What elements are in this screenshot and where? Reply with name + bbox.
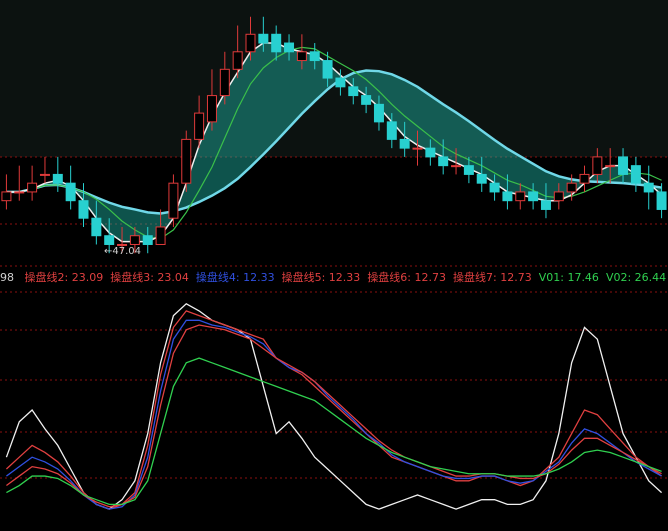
candle-body	[39, 173, 50, 176]
candle-body	[361, 95, 372, 105]
legend-entry: 操盘线2: 23.09	[24, 271, 104, 284]
candle-body	[206, 95, 217, 123]
legend-entry: V02: 26.44	[605, 271, 667, 284]
candle-body	[168, 182, 179, 219]
candle-body	[643, 182, 654, 193]
candle-body	[630, 165, 641, 184]
candle-body	[348, 86, 359, 97]
legend-entry: V01: 17.46	[538, 271, 599, 284]
candle-body	[142, 235, 153, 245]
candle-body	[476, 173, 487, 184]
candle-body	[566, 182, 577, 193]
legend-entry: 操盘线7: 12.73	[453, 271, 532, 284]
candle-body	[78, 200, 89, 219]
candle-body	[386, 121, 397, 140]
candle-body	[27, 182, 38, 193]
candle-body	[412, 147, 423, 150]
left-edge-value: 98	[0, 271, 14, 284]
candle-body	[438, 156, 449, 167]
candle-body	[65, 182, 76, 202]
candle-body	[194, 112, 205, 140]
candle-body	[335, 77, 346, 88]
candle-body	[181, 138, 192, 184]
chart-stage	[0, 0, 668, 531]
candle-body	[425, 147, 436, 158]
candle-body	[129, 235, 140, 245]
candle-body	[1, 191, 12, 202]
candle-body	[258, 33, 269, 44]
candle-body	[515, 191, 526, 202]
candle-body	[245, 33, 256, 53]
candle-body	[451, 165, 462, 168]
candle-body	[52, 173, 63, 184]
candle-body	[553, 191, 564, 202]
candle-body	[271, 33, 282, 53]
candle-body	[284, 42, 295, 53]
candle-body	[399, 138, 410, 149]
candle-body	[91, 217, 102, 237]
candle-body	[463, 165, 474, 175]
candle-body	[232, 51, 243, 70]
low-price-label: ←47.04	[104, 246, 142, 257]
legend-items: 操盘线2: 23.09 操盘线3: 23.04 操盘线4: 12.33 操盘线5: 1…	[25, 271, 668, 284]
candle-body	[540, 200, 551, 210]
legend-entry: 操盘线4: 12.33	[195, 271, 275, 284]
candle-body	[502, 191, 513, 202]
candle-body	[618, 156, 629, 175]
legend-entry: 操盘线5: 12.33	[281, 271, 361, 284]
legend-entry: 操盘线3: 23.04	[110, 271, 189, 284]
candle-body	[592, 156, 603, 175]
candle-body	[219, 68, 230, 97]
candle-body	[579, 173, 590, 184]
candle-body	[296, 51, 307, 62]
candle-body	[373, 103, 384, 123]
candle-body	[322, 60, 333, 79]
legend-entry: 操盘线6: 12.73	[367, 271, 447, 284]
candle-body	[14, 191, 25, 194]
candle-body	[605, 165, 616, 168]
candle-body	[104, 235, 115, 245]
candle-body	[155, 226, 166, 245]
indicator-legend: 98 操盘线2: 23.09 操盘线3: 23.04 操盘线4: 12.33 操盘线5…	[0, 270, 668, 286]
candle-body	[489, 182, 500, 193]
candle-body	[309, 51, 320, 62]
candle-body	[528, 191, 539, 202]
candle-body	[656, 191, 667, 210]
